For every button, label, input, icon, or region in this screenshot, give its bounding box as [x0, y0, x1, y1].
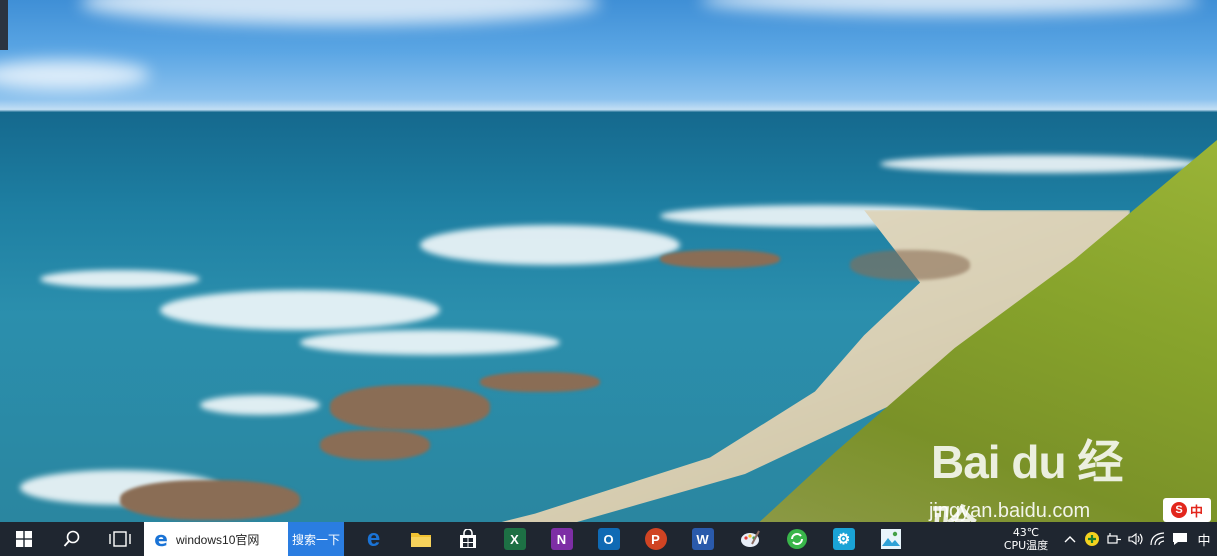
surf [880, 155, 1200, 173]
taskbar: e 搜索一下 e X N [0, 522, 1217, 556]
plus-badge-icon [1085, 532, 1099, 546]
powerpoint-icon: P [644, 528, 667, 550]
search-box[interactable]: e [144, 522, 288, 556]
taskbar-app-paint[interactable] [726, 522, 773, 556]
rock [850, 250, 970, 280]
taskbar-app-settings[interactable]: ⚙ [820, 522, 867, 556]
search-icon [63, 530, 80, 547]
cloud [0, 60, 150, 90]
power-button[interactable] [1103, 522, 1125, 556]
speaker-icon [1128, 532, 1143, 546]
message-icon [1173, 533, 1187, 545]
volume-button[interactable] [1125, 522, 1147, 556]
search-submit-button[interactable]: 搜索一下 [288, 522, 344, 556]
refresh-app-icon [786, 529, 807, 549]
surf [200, 395, 320, 415]
ime-indicator[interactable]: 中 [1191, 522, 1217, 556]
grassy-hill [740, 140, 1217, 522]
ime-floating-toolbar[interactable]: S 中 [1163, 498, 1211, 522]
action-center-button[interactable] [1169, 522, 1191, 556]
taskbar-app-outlook[interactable]: O [585, 522, 632, 556]
show-hidden-icons-button[interactable] [1059, 522, 1081, 556]
taskbar-app-word[interactable]: W [679, 522, 726, 556]
cloud [700, 0, 1200, 15]
start-button[interactable] [0, 522, 48, 556]
ime-mode-label: 中 [1189, 504, 1203, 520]
rock [330, 385, 490, 430]
surf [160, 290, 440, 330]
taskbar-app-excel[interactable]: X [491, 522, 538, 556]
taskbar-app-powerpoint[interactable]: P [632, 522, 679, 556]
task-view-icon [109, 531, 131, 547]
pinned-apps: e X N O P W ⚙ [350, 522, 914, 556]
windows-logo-icon [16, 531, 32, 547]
outlook-icon: O [597, 528, 620, 550]
surf [300, 330, 560, 355]
taskbar-app-store[interactable] [444, 522, 491, 556]
rock [660, 250, 780, 268]
taskbar-app-file-explorer[interactable] [397, 522, 444, 556]
cpu-temperature-value: 43℃ [1012, 526, 1040, 539]
store-icon [459, 529, 476, 548]
cpu-temperature-label: CPU温度 [1003, 539, 1049, 552]
task-view-button[interactable] [96, 522, 144, 556]
desktop-wallpaper [0, 0, 1217, 522]
search-input[interactable] [176, 532, 276, 546]
edge-icon: e [366, 525, 381, 552]
taskbar-app-onenote[interactable]: N [538, 522, 585, 556]
excel-icon: X [503, 528, 526, 550]
rock [120, 480, 300, 520]
taskbar-app-edge[interactable]: e [350, 522, 397, 556]
network-button[interactable] [1147, 522, 1169, 556]
cloud [80, 0, 600, 25]
file-explorer-icon [410, 533, 431, 547]
cpu-temperature[interactable]: 43℃ CPU温度 [993, 526, 1059, 552]
onenote-icon: N [550, 528, 573, 550]
window-edge [0, 0, 8, 50]
power-plug-icon [1107, 533, 1121, 544]
surf [40, 270, 200, 288]
settings-app-icon: ⚙ [832, 528, 855, 550]
surf [420, 225, 680, 265]
paint-icon [740, 530, 760, 547]
chevron-up-icon [1064, 536, 1076, 543]
ie-icon: e [154, 527, 168, 551]
search-button-taskbar[interactable] [48, 522, 96, 556]
word-icon: W [691, 528, 714, 550]
rock [320, 430, 430, 460]
system-tray: 43℃ CPU温度 中 [993, 522, 1217, 556]
taskbar-app-refresh[interactable] [773, 522, 820, 556]
photos-app-icon [880, 529, 901, 549]
rock [480, 372, 600, 392]
taskbar-app-photos[interactable] [867, 522, 914, 556]
tray-app-button[interactable] [1081, 522, 1103, 556]
sogou-icon: S [1170, 502, 1187, 518]
wifi-icon [1150, 532, 1165, 546]
